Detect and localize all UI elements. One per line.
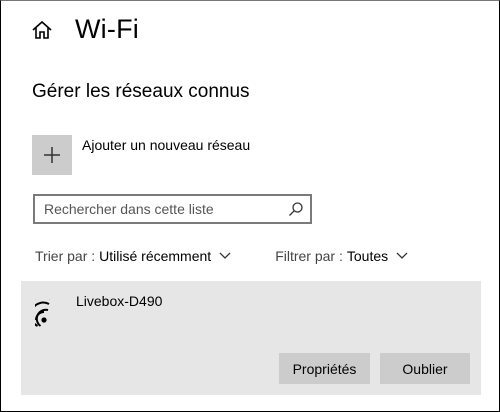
network-list-item[interactable]: Livebox-D490 Propriétés Oublier bbox=[21, 281, 481, 395]
sort-label: Trier par : bbox=[35, 248, 96, 264]
filter-dropdown[interactable]: Filtrer par : Toutes bbox=[275, 248, 408, 264]
page-title: Wi-Fi bbox=[75, 14, 139, 44]
chevron-down-icon[interactable] bbox=[396, 252, 408, 260]
filter-label: Filtrer par : bbox=[275, 248, 343, 264]
chevron-down-icon[interactable] bbox=[219, 252, 231, 260]
search-box[interactable] bbox=[33, 194, 312, 224]
add-network-label[interactable]: Ajouter un nouveau réseau bbox=[82, 137, 250, 153]
section-title: Gérer les réseaux connus bbox=[32, 81, 250, 102]
add-network-button[interactable]: Ajouter un nouveau réseau bbox=[32, 135, 250, 175]
forget-button[interactable]: Oublier bbox=[380, 353, 470, 384]
filter-bar: Trier par : Utilisé récemment Filtrer pa… bbox=[35, 248, 408, 264]
settings-window: Wi-Fi Gérer les réseaux connus Ajouter u… bbox=[0, 0, 500, 412]
search-icon[interactable] bbox=[288, 201, 304, 217]
sort-value[interactable]: Utilisé récemment bbox=[99, 248, 211, 264]
add-network-box[interactable] bbox=[32, 135, 72, 175]
network-name: Livebox-D490 bbox=[76, 293, 163, 309]
filter-value[interactable]: Toutes bbox=[347, 248, 388, 264]
header: Wi-Fi bbox=[31, 14, 139, 45]
plus-icon bbox=[44, 147, 60, 163]
sort-dropdown[interactable]: Trier par : Utilisé récemment bbox=[35, 248, 231, 264]
search-input[interactable] bbox=[44, 201, 288, 217]
properties-button[interactable]: Propriétés bbox=[279, 353, 370, 384]
home-icon[interactable] bbox=[31, 19, 53, 41]
wifi-icon bbox=[35, 299, 50, 327]
